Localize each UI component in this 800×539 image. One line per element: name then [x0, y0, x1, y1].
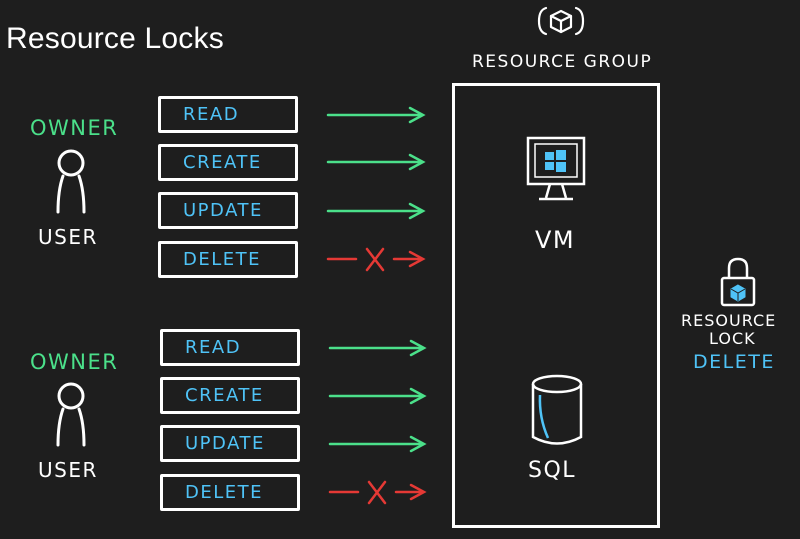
denied-arrow: [328, 480, 427, 505]
allowed-arrow: [328, 387, 427, 405]
monitor-windows-icon: [526, 136, 586, 201]
allowed-arrow: [328, 435, 427, 453]
diagram-drawing: [56, 6, 756, 505]
database-cylinder-icon: [531, 374, 583, 445]
resource-group-cube-icon: [537, 6, 585, 36]
allowed-arrow: [326, 106, 426, 124]
person-icon: [56, 382, 86, 447]
allowed-arrow: [326, 202, 426, 220]
person-icon: [56, 149, 86, 214]
allowed-arrow: [326, 153, 426, 171]
allowed-arrow: [328, 339, 427, 357]
denied-arrow: [326, 247, 426, 272]
padlock-cube-icon: [720, 257, 756, 307]
